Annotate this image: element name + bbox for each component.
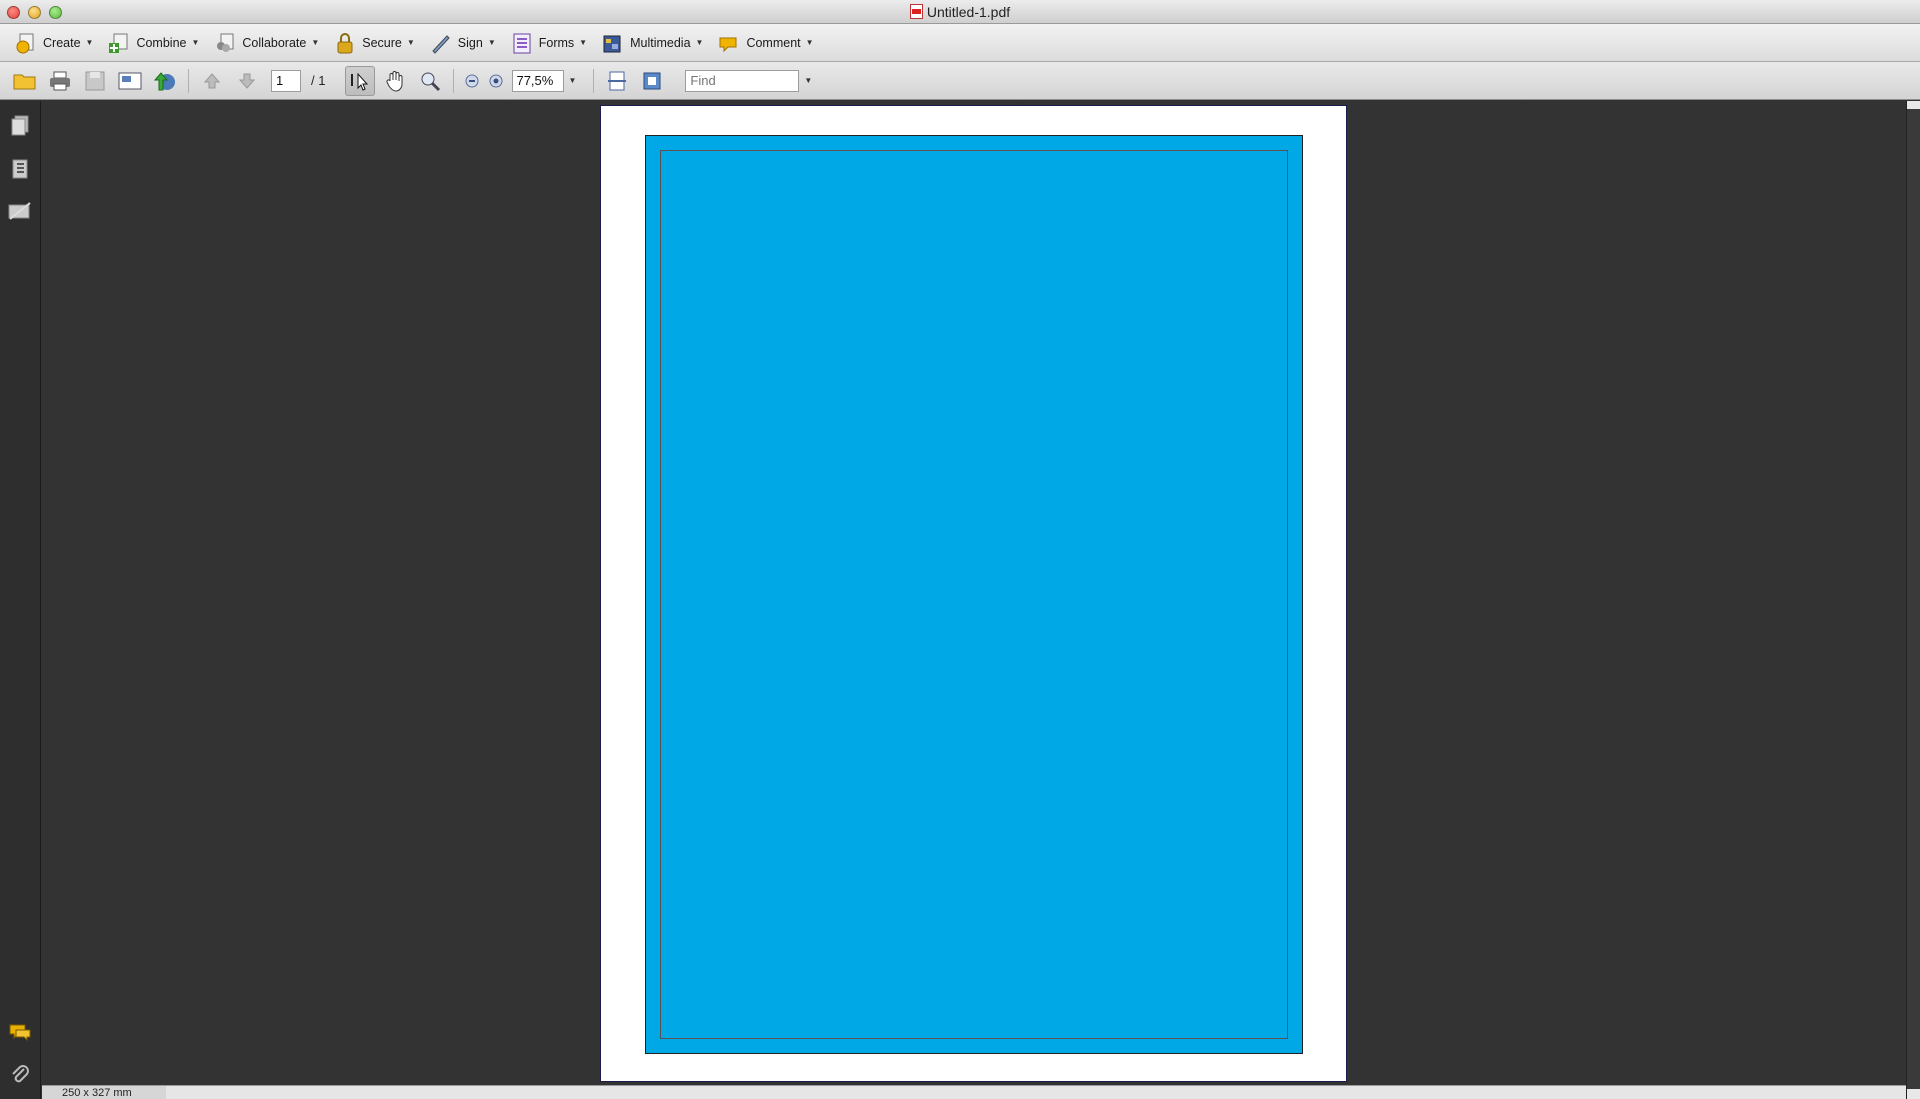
comment-label: Comment	[746, 35, 801, 50]
signatures-icon[interactable]	[8, 198, 32, 224]
window-title-group: Untitled-1.pdf	[909, 3, 1011, 20]
print-button[interactable]	[45, 66, 75, 96]
scroll-up-arrow[interactable]	[1907, 101, 1920, 109]
collaborate-icon	[213, 31, 237, 55]
document-viewport[interactable]	[42, 101, 1906, 1085]
zoom-out-button[interactable]	[462, 66, 482, 96]
save-icon	[85, 71, 105, 90]
page-size-status: 250 x 327 mm	[42, 1085, 166, 1099]
full-screen-button[interactable]	[637, 66, 667, 96]
comment-menu-button[interactable]: Comment ▼	[713, 27, 823, 59]
toolbar-separator	[593, 68, 595, 93]
chevron-down-icon: ▼	[805, 38, 814, 47]
forms-menu-button[interactable]: Forms ▼	[506, 27, 597, 59]
zoom-magnifier-icon	[421, 72, 441, 91]
forms-label: Forms	[538, 35, 575, 50]
create-icon	[14, 31, 38, 55]
find-input[interactable]	[685, 69, 800, 92]
toolbar-separator	[453, 68, 455, 93]
create-menu-button[interactable]: Create ▼	[10, 27, 103, 59]
multimedia-icon	[601, 31, 625, 55]
chevron-down-icon: ▼	[579, 38, 588, 47]
arrow-down-icon	[238, 73, 256, 89]
combine-menu-button[interactable]: Combine ▼	[103, 27, 209, 59]
save-button[interactable]	[80, 66, 110, 96]
multimedia-label: Multimedia	[630, 35, 691, 50]
combine-label: Combine	[136, 35, 187, 50]
inner-border-frame	[660, 150, 1288, 1039]
minimize-window-button[interactable]	[28, 6, 41, 19]
hand-icon	[386, 70, 403, 92]
find-options-icon[interactable]: ▼	[804, 76, 812, 85]
arrow-up-icon	[203, 72, 221, 88]
printer-icon	[50, 71, 70, 90]
folder-icon	[13, 74, 36, 89]
upload-icon	[153, 71, 175, 90]
combine-icon	[107, 31, 131, 55]
chevron-down-icon: ▼	[487, 38, 496, 47]
page-number-input[interactable]	[271, 69, 301, 92]
tasks-toolbar: Create ▼ Combine ▼ Collaborate ▼ Secure ▼ Si…	[0, 24, 1920, 62]
horizontal-scrollbar[interactable]	[166, 1085, 1906, 1099]
toolbar-separator	[188, 68, 189, 93]
chevron-down-icon: ▼	[695, 38, 704, 47]
close-window-button[interactable]	[7, 6, 20, 19]
zoom-out-icon	[465, 74, 479, 87]
zoom-in-icon	[489, 74, 503, 87]
fit-width-icon	[608, 71, 627, 90]
window-controls	[7, 6, 62, 19]
main-toolbar: / 1 ▼ ▼	[0, 62, 1920, 100]
fit-width-button[interactable]	[602, 66, 632, 96]
secure-label: Secure	[362, 35, 402, 50]
upload-button[interactable]	[150, 66, 180, 96]
chevron-down-icon: ▼	[311, 38, 320, 47]
lock-icon	[333, 31, 357, 55]
sign-menu-button[interactable]: Sign ▼	[425, 27, 506, 59]
marquee-zoom-button[interactable]	[415, 66, 445, 96]
pdf-page	[600, 105, 1347, 1082]
pages-icon[interactable]	[8, 113, 32, 139]
multimedia-menu-button[interactable]: Multimedia ▼	[597, 27, 713, 59]
vertical-scrollbar[interactable]	[1906, 101, 1920, 1099]
zoom-window-button[interactable]	[49, 6, 62, 19]
comments-icon[interactable]	[8, 1019, 32, 1045]
sign-label: Sign	[457, 35, 483, 50]
previous-page-button[interactable]	[197, 66, 227, 96]
chevron-down-icon: ▼	[191, 38, 200, 47]
open-button[interactable]	[10, 66, 40, 96]
navigation-pane	[0, 101, 41, 1099]
email-icon	[118, 72, 142, 89]
next-page-button[interactable]	[232, 66, 262, 96]
window-title: Untitled-1.pdf	[926, 3, 1011, 20]
forms-icon	[510, 31, 534, 55]
select-tool-button[interactable]	[345, 65, 376, 96]
email-button[interactable]	[115, 66, 145, 96]
page-count: / 1	[311, 73, 326, 88]
zoom-in-button[interactable]	[486, 66, 506, 96]
attachments-icon[interactable]	[8, 1062, 32, 1088]
collaborate-label: Collaborate	[242, 35, 307, 50]
chevron-down-icon: ▼	[85, 38, 94, 47]
hand-tool-button[interactable]	[380, 66, 410, 96]
pen-icon	[429, 31, 453, 55]
secure-menu-button[interactable]: Secure ▼	[329, 27, 425, 59]
zoom-level-input[interactable]	[512, 69, 565, 92]
zoom-dropdown-icon[interactable]: ▼	[568, 76, 576, 85]
create-label: Create	[43, 35, 81, 50]
fit-page-icon	[643, 72, 661, 89]
chevron-down-icon: ▼	[406, 38, 415, 47]
page-color-fill	[645, 135, 1303, 1054]
select-cursor-icon	[351, 72, 369, 91]
pdf-document-icon	[909, 4, 923, 19]
bookmarks-icon[interactable]	[8, 156, 32, 182]
collaborate-menu-button[interactable]: Collaborate ▼	[209, 27, 329, 59]
scroll-down-arrow[interactable]	[1907, 1089, 1920, 1099]
comment-icon	[717, 31, 741, 55]
title-bar: Untitled-1.pdf	[0, 0, 1920, 24]
